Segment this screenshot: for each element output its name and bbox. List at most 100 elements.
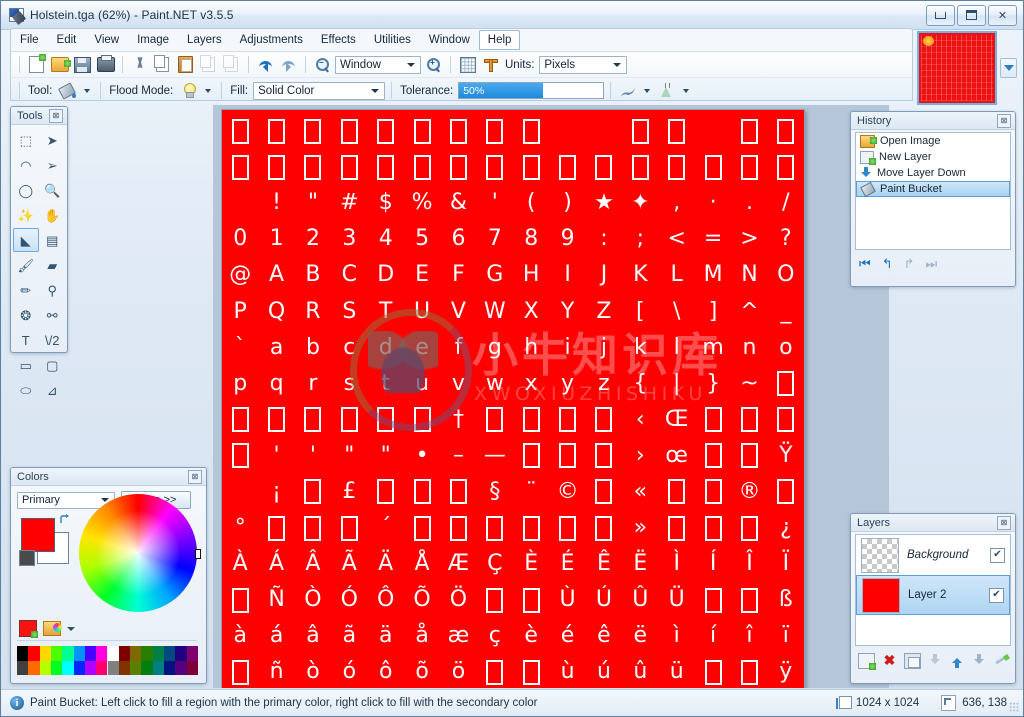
palette-color[interactable] xyxy=(175,646,187,661)
redo-button[interactable]: ↱ xyxy=(904,257,915,270)
palette-color[interactable] xyxy=(130,660,142,675)
rectangle-shape-tool[interactable]: ▭ xyxy=(13,353,39,377)
paint-bucket-tool[interactable]: ◣ xyxy=(13,228,39,252)
palette-color[interactable] xyxy=(152,646,165,661)
zoom-out-button[interactable]: − xyxy=(312,55,333,75)
palette-color[interactable] xyxy=(62,646,74,661)
clone-stamp-tool[interactable]: ❂ xyxy=(13,303,39,327)
reset-colors-icon[interactable] xyxy=(19,550,35,566)
menu-file[interactable]: File xyxy=(11,31,48,49)
palette-color[interactable] xyxy=(96,660,108,675)
palette-color[interactable] xyxy=(73,660,85,675)
current-tool-button[interactable] xyxy=(57,81,78,101)
pencil-tool[interactable]: ✏ xyxy=(13,278,39,302)
history-item-open-image[interactable]: Open Image xyxy=(856,133,1010,149)
palette-color[interactable] xyxy=(164,646,176,661)
freeform-shape-tool[interactable]: ⊿ xyxy=(40,378,66,402)
tools-panel-header[interactable]: Tools ⊠ xyxy=(11,107,67,125)
new-image-button[interactable] xyxy=(26,54,47,75)
antialiasing-button[interactable] xyxy=(617,81,638,101)
fill-combo[interactable]: Solid Color xyxy=(253,81,386,100)
palette-color[interactable] xyxy=(164,660,176,675)
color-picker-tool[interactable]: ⚲ xyxy=(40,278,66,302)
ellipse-select-tool[interactable]: ◯ xyxy=(13,178,39,202)
tolerance-slider[interactable]: 50% xyxy=(458,82,605,99)
forward-all-button[interactable]: ⏭ xyxy=(926,257,938,270)
paintbrush-tool[interactable]: 🖌 xyxy=(13,253,39,277)
palette-color[interactable] xyxy=(17,660,29,675)
layers-panel-header[interactable]: Layers ⊠ xyxy=(851,514,1015,532)
zoom-level-combo[interactable]: Window xyxy=(335,55,421,74)
swap-colors-icon[interactable] xyxy=(59,514,71,526)
tool-dropdown-arrow-icon[interactable] xyxy=(84,88,91,93)
open-palette-button[interactable] xyxy=(43,621,62,636)
palette-color[interactable] xyxy=(152,660,165,675)
eraser-tool[interactable]: ▰ xyxy=(40,253,66,277)
minimize-button[interactable] xyxy=(926,4,955,26)
palette-color[interactable] xyxy=(28,646,40,661)
palette-color[interactable] xyxy=(186,660,198,675)
add-color-to-palette-button[interactable] xyxy=(19,620,38,638)
add-new-layer-button[interactable] xyxy=(858,653,876,670)
palette-color[interactable] xyxy=(118,660,131,675)
close-icon[interactable]: ⊠ xyxy=(188,469,202,484)
image-thumbnail[interactable] xyxy=(917,31,998,105)
palette-color[interactable] xyxy=(107,646,119,661)
zoom-tool[interactable]: 🔍 xyxy=(40,178,66,202)
pan-tool[interactable]: ✋ xyxy=(40,203,66,227)
zoom-in-button[interactable]: + xyxy=(423,55,444,75)
colors-panel-header[interactable]: Colors ⊠ xyxy=(11,468,206,486)
menu-edit[interactable]: Edit xyxy=(48,31,86,49)
color-palette-grid[interactable] xyxy=(17,646,198,675)
layer-properties-button[interactable] xyxy=(994,654,1009,668)
close-icon[interactable]: ⊠ xyxy=(997,113,1011,128)
palette-color[interactable] xyxy=(186,646,198,661)
menu-window[interactable]: Window xyxy=(420,31,479,49)
copy-button[interactable] xyxy=(152,55,173,75)
blend-mode-dropdown-arrow-icon[interactable] xyxy=(683,88,690,93)
palette-color[interactable] xyxy=(96,646,108,661)
menu-image[interactable]: Image xyxy=(128,31,178,49)
rectangle-select-tool[interactable]: ⬚ xyxy=(13,128,39,152)
menu-effects[interactable]: Effects xyxy=(312,31,365,49)
recolor-tool[interactable]: ⚯ xyxy=(40,303,66,327)
palette-color[interactable] xyxy=(62,660,74,675)
close-icon[interactable]: ⊠ xyxy=(997,515,1011,530)
palette-color[interactable] xyxy=(50,660,63,675)
gradient-tool[interactable]: ▤ xyxy=(40,228,66,252)
maximize-button[interactable] xyxy=(957,4,986,26)
palette-color[interactable] xyxy=(84,660,97,675)
open-image-button[interactable] xyxy=(49,55,71,75)
toggle-grid-button[interactable] xyxy=(457,55,478,75)
move-layer-down-button[interactable] xyxy=(972,654,987,668)
history-panel-header[interactable]: History ⊠ xyxy=(851,112,1015,130)
history-item-new-layer[interactable]: New Layer xyxy=(856,149,1010,165)
close-icon[interactable]: ⊠ xyxy=(49,108,63,123)
close-button[interactable]: ✕ xyxy=(988,4,1017,26)
palette-color[interactable] xyxy=(175,660,187,675)
deselect-all-button[interactable] xyxy=(221,55,242,75)
history-item-paint-bucket[interactable]: Paint Bucket xyxy=(856,181,1010,198)
layer-row-background[interactable]: Background ✔ xyxy=(856,535,1010,575)
menu-utilities[interactable]: Utilities xyxy=(365,31,420,49)
merge-layer-down-button[interactable] xyxy=(928,654,943,668)
units-combo[interactable]: Pixels xyxy=(539,55,628,74)
ellipse-shape-tool[interactable]: ⬭ xyxy=(13,378,39,402)
flood-mode-button[interactable] xyxy=(178,81,199,101)
palette-color[interactable] xyxy=(141,646,153,661)
magic-wand-tool[interactable]: ✨ xyxy=(13,203,39,227)
primary-color-swatch[interactable] xyxy=(21,518,55,552)
palette-color[interactable] xyxy=(50,646,63,661)
palette-color[interactable] xyxy=(107,660,119,675)
palette-color[interactable] xyxy=(73,646,85,661)
canvas-area[interactable]: ! " # $% & '() ★ ✦, ·./0 1 2 3 4 5 6 7 8 9:; < = >? @ A B C D E F G H… xyxy=(213,105,889,688)
menu-adjustments[interactable]: Adjustments xyxy=(231,31,312,49)
rounded-rectangle-tool[interactable]: ▢ xyxy=(40,353,66,377)
menu-layers[interactable]: Layers xyxy=(178,31,231,49)
blend-mode-button[interactable] xyxy=(656,81,677,101)
text-tool[interactable]: T xyxy=(13,328,39,352)
delete-layer-button[interactable]: ✖ xyxy=(882,653,897,668)
color-wheel[interactable] xyxy=(79,494,197,612)
toggle-rulers-button[interactable] xyxy=(480,55,501,75)
undo-button[interactable] xyxy=(255,55,276,75)
